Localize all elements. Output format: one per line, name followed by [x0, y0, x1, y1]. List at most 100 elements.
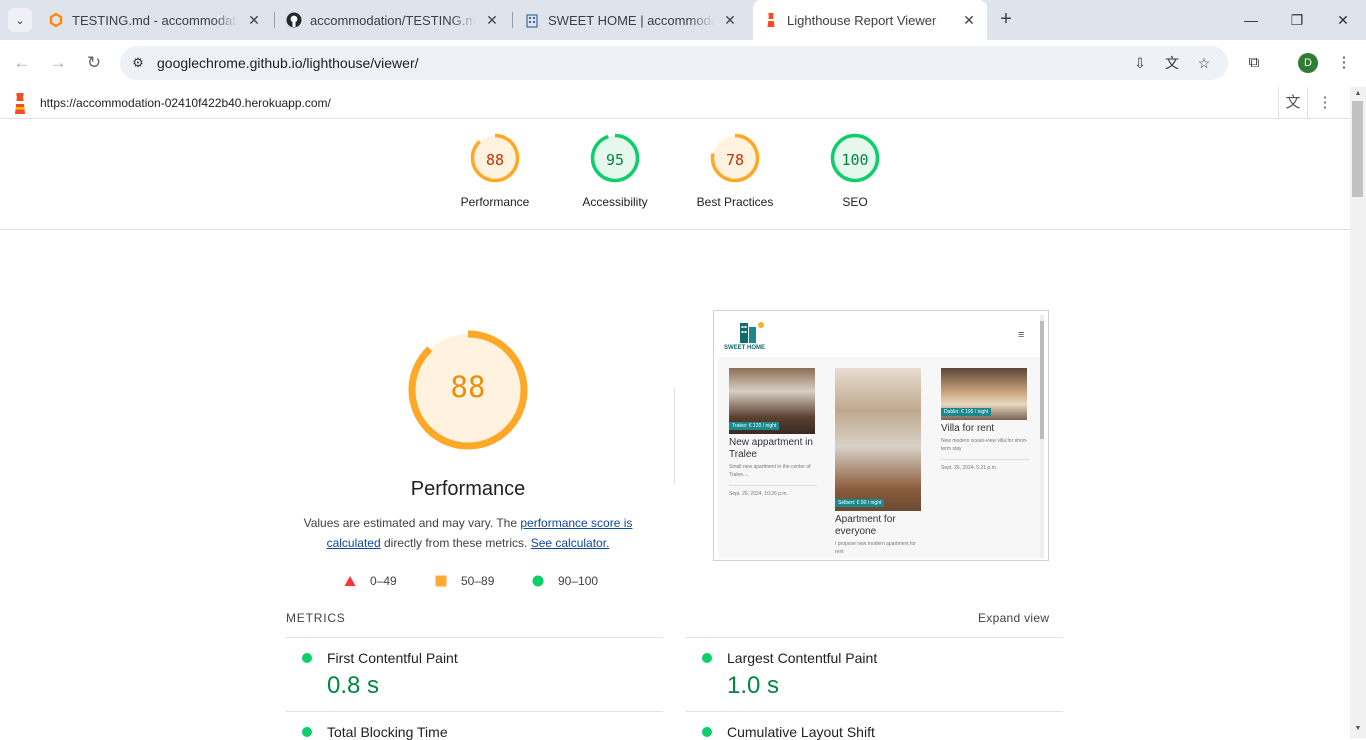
- category-gauges: 88 Performance 95 Accessibility 78 Best …: [0, 119, 1350, 230]
- close-icon[interactable]: ✕: [484, 12, 500, 28]
- new-tab-button[interactable]: +: [996, 8, 1016, 30]
- listing-date: Sept. 26, 2024, 10:26 p.m.: [729, 485, 817, 497]
- tab-github[interactable]: accommodation/TESTING.md at ✕: [286, 6, 500, 34]
- gauge-score: 95: [605, 151, 625, 169]
- close-icon[interactable]: ✕: [961, 12, 977, 28]
- back-button[interactable]: ←: [11, 52, 33, 74]
- scroll-up-icon[interactable]: ▲: [1353, 90, 1363, 97]
- legend-average: 50–89: [435, 574, 494, 588]
- tab-lighthouse[interactable]: Lighthouse Report Viewer ✕: [753, 0, 987, 40]
- plus-icon: +: [1000, 8, 1012, 30]
- install-app-icon[interactable]: ⇩: [1130, 53, 1150, 73]
- listing-title: New appartment in Tralee: [729, 437, 813, 460]
- lighthouse-icon: [767, 13, 775, 27]
- gauge-accessibility[interactable]: 95 Accessibility: [555, 133, 675, 209]
- menu-kebab-icon[interactable]: ⋮: [1334, 53, 1354, 73]
- final-screenshot[interactable]: SWEET HOME ≡ Tralee: € 120 / night New a…: [713, 310, 1049, 561]
- gauge-label: Best Practices: [696, 195, 774, 209]
- minimize-icon: —: [1244, 12, 1258, 28]
- arrow-left-icon: ←: [13, 53, 31, 72]
- site-header: SWEET HOME ≡: [718, 315, 1040, 357]
- tab-search-button[interactable]: ⌄: [8, 8, 32, 32]
- expand-view-toggle[interactable]: Expand view: [978, 611, 1049, 625]
- legend-pass: 90–100: [532, 574, 598, 588]
- lighthouse-topbar: https://accommodation-02410f422b40.herok…: [0, 87, 1350, 119]
- gauge-performance[interactable]: 88 Performance: [435, 133, 555, 209]
- tools-menu-button[interactable]: ⋮: [1310, 87, 1340, 119]
- tab-sweet-home[interactable]: SWEET HOME | accommodation ✕: [524, 6, 738, 34]
- divider: [286, 637, 663, 638]
- url-text[interactable]: googlechrome.github.io/lighthouse/viewer…: [157, 55, 419, 71]
- minimize-button[interactable]: —: [1241, 10, 1261, 30]
- site-settings-icon[interactable]: ⚙: [128, 53, 148, 73]
- listing-title: Villa for rent: [941, 423, 995, 434]
- gauge-score: 100: [841, 151, 869, 169]
- close-icon[interactable]: ✕: [722, 12, 738, 28]
- performance-big-gauge: 88: [400, 322, 536, 458]
- legend-range: 50–89: [461, 574, 495, 588]
- listing-image: Dublin: € 195 / night: [941, 368, 1027, 420]
- lighthouse-icon: [15, 93, 25, 114]
- tab-testing-md[interactable]: TESTING.md - accommodation ✕: [48, 6, 262, 34]
- gauge-score: 78: [725, 151, 745, 169]
- price-badge: Dublin: € 195 / night: [941, 408, 992, 416]
- close-icon[interactable]: ✕: [246, 12, 262, 28]
- legend-range: 90–100: [558, 574, 599, 588]
- listing-date: Sept. 26, 2024, 5:21 p.m.: [941, 459, 1029, 471]
- scroll-down-icon[interactable]: ▼: [1353, 725, 1363, 732]
- profile-avatar[interactable]: D: [1298, 53, 1318, 73]
- reload-button[interactable]: ↻: [83, 52, 105, 74]
- bookmark-star-icon[interactable]: ☆: [1194, 53, 1214, 73]
- reload-icon: ↻: [86, 53, 102, 72]
- price-badge: Selbert: € 90 / night: [835, 499, 885, 507]
- legend-range: 0–49: [370, 574, 397, 588]
- tab-title: SWEET HOME | accommodation: [548, 12, 714, 28]
- tab-title: TESTING.md - accommodation: [72, 12, 238, 28]
- pass-circle-icon: [702, 727, 712, 737]
- listing-image: Selbert: € 90 / night: [835, 368, 921, 511]
- pass-circle-icon: [302, 727, 312, 737]
- pass-circle-icon: [702, 653, 712, 663]
- metric-name: First Contentful Paint: [327, 650, 458, 666]
- tested-url[interactable]: https://accommodation-02410f422b40.herok…: [40, 96, 331, 110]
- metric-value: 0.8 s: [327, 672, 380, 699]
- tab-divider: [274, 12, 275, 28]
- gauge-label: Accessibility: [582, 195, 648, 209]
- tab-divider: [512, 12, 513, 28]
- browser-toolbar: ← → ↻ ⚙ googlechrome.github.io/lighthous…: [0, 40, 1366, 86]
- scrollbar-thumb[interactable]: [1352, 101, 1363, 197]
- metric-name: Largest Contentful Paint: [727, 650, 878, 666]
- gauge-score: 88: [485, 151, 505, 169]
- menu-kebab-icon: ⋮: [1317, 94, 1333, 111]
- extensions-icon[interactable]: ⧉: [1244, 53, 1264, 73]
- theme-toggle-button[interactable]: 文: [1278, 87, 1308, 119]
- divider: [286, 711, 663, 712]
- gauge-seo[interactable]: 100 SEO: [795, 133, 915, 209]
- metrics-heading: METRICS: [286, 611, 346, 625]
- restore-icon: ❐: [1290, 12, 1304, 28]
- close-window-button[interactable]: ✕: [1333, 10, 1353, 30]
- listing-card: Selbert: € 90 / night Apartment for ever…: [835, 368, 923, 556]
- gauge-best-practices[interactable]: 78 Best Practices: [675, 133, 795, 209]
- desc-text: directly from these metrics.: [380, 536, 531, 550]
- tab-title: accommodation/TESTING.md at: [310, 12, 476, 28]
- divider: [674, 388, 675, 484]
- address-bar[interactable]: ⚙ googlechrome.github.io/lighthouse/view…: [120, 46, 1228, 80]
- listing-title: Apartment for everyone: [835, 514, 896, 537]
- forward-button[interactable]: →: [47, 52, 69, 74]
- page-scrollbar[interactable]: ▲ ▼: [1350, 87, 1366, 738]
- divider: [686, 711, 1063, 712]
- see-calculator-link[interactable]: See calculator.: [531, 536, 610, 550]
- tab-title: Lighthouse Report Viewer: [787, 12, 937, 28]
- screenshot-page: SWEET HOME ≡ Tralee: € 120 / night New a…: [718, 315, 1040, 558]
- legend-fail: 0–49: [344, 574, 397, 588]
- chevron-down-icon: ⌄: [15, 14, 25, 27]
- desc-text: Values are estimated and may vary. The: [303, 516, 521, 530]
- listing-desc: Small new apartment in the center of Tra…: [729, 464, 811, 478]
- restore-button[interactable]: ❐: [1287, 10, 1307, 30]
- translate-icon[interactable]: 文: [1162, 53, 1182, 73]
- metric-fcp: First Contentful Paint 0.8 s: [302, 650, 662, 704]
- metric-tbt: Total Blocking Time: [302, 724, 662, 740]
- listing-desc: I propose new modern apartment for rent: [835, 541, 916, 555]
- listing-card: Tralee: € 120 / night New appartment in …: [729, 368, 817, 497]
